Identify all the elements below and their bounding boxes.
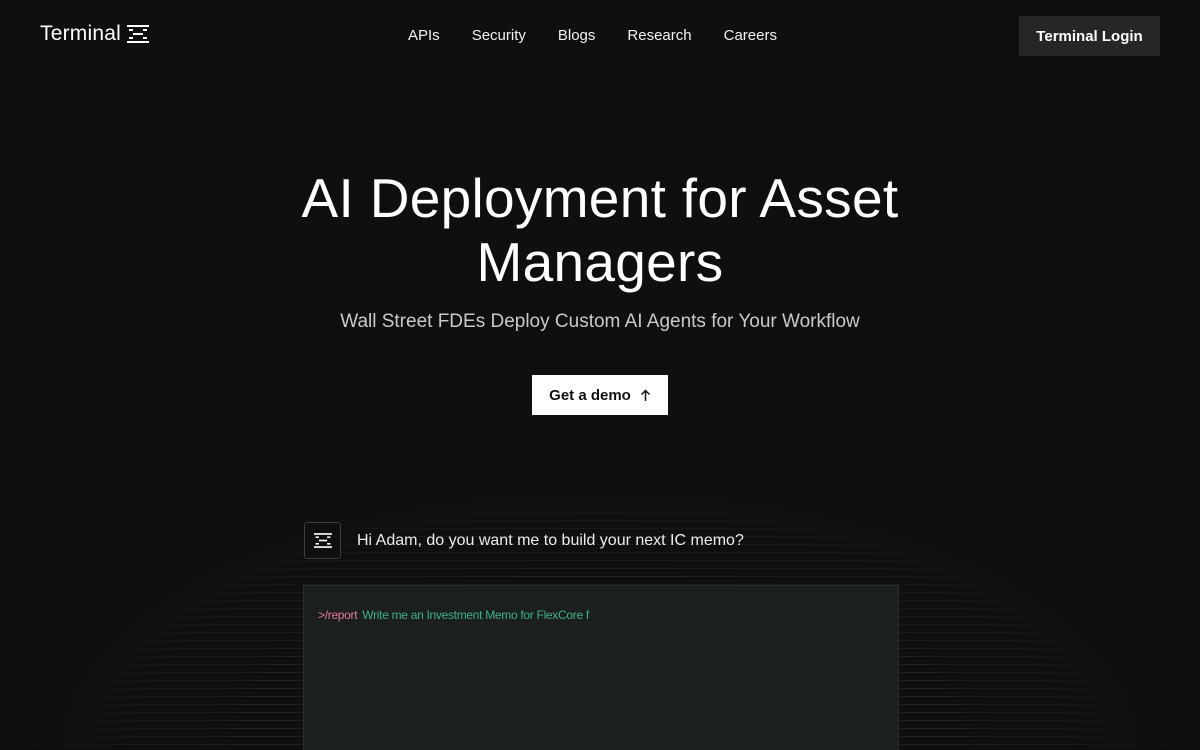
get-demo-button[interactable]: Get a demo — [532, 375, 668, 415]
agent-message: Hi Adam, do you want me to build your ne… — [357, 532, 744, 549]
nav-link-research[interactable]: Research — [627, 27, 691, 44]
nav-link-careers[interactable]: Careers — [724, 27, 777, 44]
terminal-prompt-panel[interactable]: >/report Write me an Investment Memo for… — [303, 585, 899, 750]
arrow-up-icon — [640, 388, 650, 401]
nav-link-security[interactable]: Security — [472, 27, 526, 44]
get-demo-label: Get a demo — [549, 386, 631, 404]
hero-title-line-2: Managers — [476, 231, 724, 293]
top-nav: Terminal APIs Security Blogs Research Ca… — [0, 0, 1200, 72]
terminal-login-button[interactable]: Terminal Login — [1019, 16, 1160, 56]
hero-subtitle: Wall Street FDEs Deploy Custom AI Agents… — [340, 311, 860, 332]
nav-link-blogs[interactable]: Blogs — [558, 27, 596, 44]
nav-link-apis[interactable]: APIs — [408, 27, 440, 44]
nav-links: APIs Security Blogs Research Careers — [408, 27, 809, 44]
terminal-logo-icon — [313, 533, 332, 548]
logo-text: Terminal — [40, 22, 121, 45]
terminal-logo-icon — [126, 25, 149, 43]
hero-title-line-1: AI Deployment for Asset — [301, 167, 899, 229]
prompt-text: Write me an Investment Memo for FlexCore… — [362, 608, 589, 622]
hero-title: AI Deployment for Asset Managers — [0, 166, 1200, 294]
terminal-logo[interactable]: Terminal — [40, 22, 149, 46]
agent-avatar — [304, 522, 341, 559]
prompt-line: >/report Write me an Investment Memo for… — [318, 608, 589, 622]
prompt-command: >/report — [318, 608, 358, 622]
